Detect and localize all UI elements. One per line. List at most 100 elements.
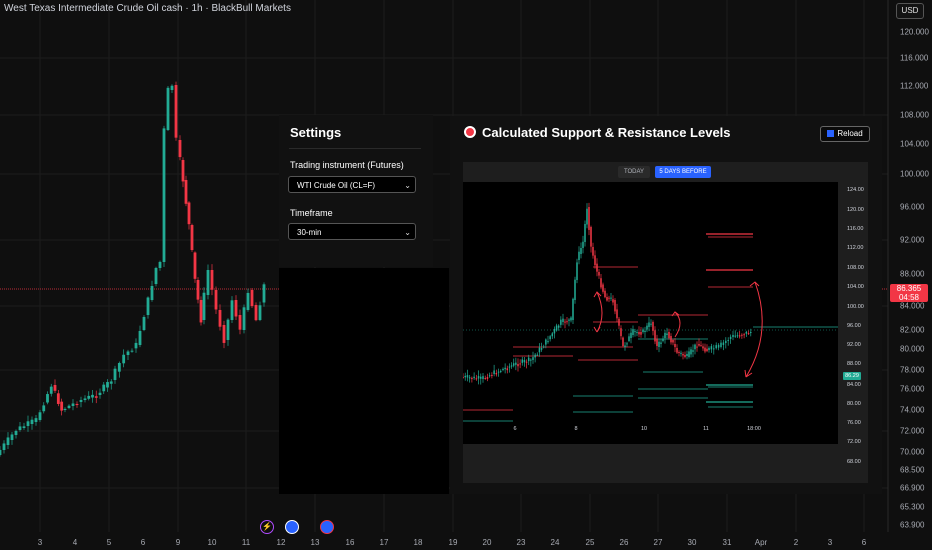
main-candle bbox=[134, 342, 138, 349]
sr-candle bbox=[648, 322, 650, 327]
sr-candle bbox=[743, 334, 745, 336]
time-tick: 16 bbox=[345, 538, 355, 547]
us-flag-event-icon-2[interactable] bbox=[320, 520, 334, 534]
lightning-event-icon[interactable]: ⚡ bbox=[260, 520, 274, 534]
sr-candle bbox=[515, 362, 517, 365]
sr-candle bbox=[555, 325, 558, 331]
sr-candle bbox=[606, 297, 608, 301]
sr-candle bbox=[562, 318, 564, 322]
sr-candle bbox=[652, 322, 654, 331]
instrument-select[interactable]: WTI Crude Oil (CL=F) ⌄ bbox=[288, 176, 416, 193]
sr-candle bbox=[620, 328, 622, 337]
main-candle bbox=[206, 269, 210, 295]
tab-5-days-before[interactable]: 5 DAYS BEFORE bbox=[655, 166, 711, 178]
sr-candle bbox=[471, 377, 473, 380]
us-flag-event-icon[interactable] bbox=[285, 520, 299, 534]
sr-candle bbox=[557, 325, 560, 328]
main-candle bbox=[184, 180, 188, 204]
time-tick: 25 bbox=[585, 538, 595, 547]
sr-candle bbox=[622, 337, 624, 346]
time-tick: 10 bbox=[207, 538, 217, 547]
sr-candle bbox=[727, 340, 729, 342]
sr-candle bbox=[638, 332, 640, 335]
sr-candle bbox=[568, 319, 570, 321]
sr-candle bbox=[508, 366, 511, 368]
currency-button[interactable]: USD bbox=[896, 3, 924, 19]
sr-candle bbox=[666, 333, 668, 335]
main-candle bbox=[38, 412, 42, 420]
sr-candle bbox=[700, 345, 702, 347]
time-tick: 6 bbox=[140, 538, 146, 547]
sr-candle bbox=[500, 370, 502, 372]
sr-candle bbox=[560, 319, 562, 325]
sr-candle bbox=[616, 309, 618, 319]
sr-candle bbox=[480, 376, 482, 379]
main-candle bbox=[170, 85, 174, 90]
sr-candle bbox=[747, 333, 750, 335]
time-tick: 11 bbox=[241, 538, 251, 547]
sr-candle bbox=[521, 359, 524, 363]
sr-candle bbox=[614, 300, 616, 312]
sr-candle bbox=[553, 328, 556, 334]
time-tick: 13 bbox=[310, 538, 320, 547]
sr-candle bbox=[510, 365, 513, 367]
sr-candle bbox=[704, 347, 706, 352]
sr-candle bbox=[534, 354, 536, 358]
main-candle bbox=[109, 381, 113, 384]
current-price-tag: 86.365 04:58 bbox=[890, 284, 928, 302]
sr-candle bbox=[604, 290, 606, 298]
timeframe-select[interactable]: 30-min ⌄ bbox=[288, 223, 416, 240]
sr-candle bbox=[590, 227, 592, 247]
sr-time-tick: 11 bbox=[703, 426, 709, 432]
sr-time-tick: 8 bbox=[574, 426, 578, 432]
sr-candle bbox=[566, 321, 568, 323]
main-candle bbox=[262, 284, 266, 303]
sr-candle bbox=[525, 361, 528, 363]
sr-candle bbox=[596, 263, 598, 272]
main-candle bbox=[98, 392, 102, 395]
sr-price-tick: 124.00 bbox=[847, 187, 864, 193]
sr-candle bbox=[658, 341, 660, 347]
price-tick: 63.900 bbox=[900, 520, 925, 530]
time-tick: 3 bbox=[827, 538, 833, 547]
main-candle bbox=[122, 354, 126, 364]
sr-title-text: Calculated Support & Resistance Levels bbox=[482, 125, 731, 140]
sr-candle bbox=[741, 334, 743, 336]
sr-candle bbox=[642, 329, 644, 332]
sr-price-tick: 96.00 bbox=[847, 323, 861, 329]
sr-chart[interactable] bbox=[463, 182, 868, 444]
sr-candle bbox=[688, 351, 690, 357]
sr-candle bbox=[602, 284, 604, 292]
sr-candle bbox=[486, 377, 489, 379]
main-candle bbox=[42, 405, 46, 412]
reload-button[interactable]: Reload bbox=[820, 126, 870, 142]
sr-candle bbox=[678, 352, 680, 353]
instrument-value: WTI Crude Oil (CL=F) bbox=[297, 181, 376, 190]
sr-candle bbox=[551, 333, 554, 337]
main-candle bbox=[158, 261, 162, 268]
sr-candle bbox=[702, 346, 704, 349]
current-price-value: 86.365 bbox=[896, 284, 922, 293]
main-candle bbox=[154, 267, 158, 284]
sr-price-tick: 116.00 bbox=[847, 226, 864, 232]
sr-candle bbox=[495, 373, 498, 375]
tab-today[interactable]: TODAY bbox=[618, 166, 650, 178]
sr-candle bbox=[578, 251, 580, 260]
price-tick: 84.000 bbox=[900, 301, 925, 311]
time-tick: 3 bbox=[37, 538, 43, 547]
sr-candle bbox=[491, 375, 493, 376]
main-candle bbox=[60, 401, 64, 411]
sr-candle bbox=[672, 340, 674, 343]
price-tick: 66.900 bbox=[900, 483, 925, 493]
chevron-down-icon: ⌄ bbox=[404, 181, 411, 190]
sr-candle bbox=[694, 344, 696, 350]
sr-candle bbox=[547, 341, 549, 343]
time-tick: 30 bbox=[687, 538, 697, 547]
settings-divider bbox=[289, 148, 421, 149]
sr-candle bbox=[628, 336, 630, 341]
sr-candle bbox=[662, 338, 664, 341]
sr-candle bbox=[484, 378, 486, 379]
sr-candle bbox=[497, 371, 500, 373]
price-tick: 68.500 bbox=[900, 465, 925, 475]
main-candle bbox=[238, 315, 242, 330]
